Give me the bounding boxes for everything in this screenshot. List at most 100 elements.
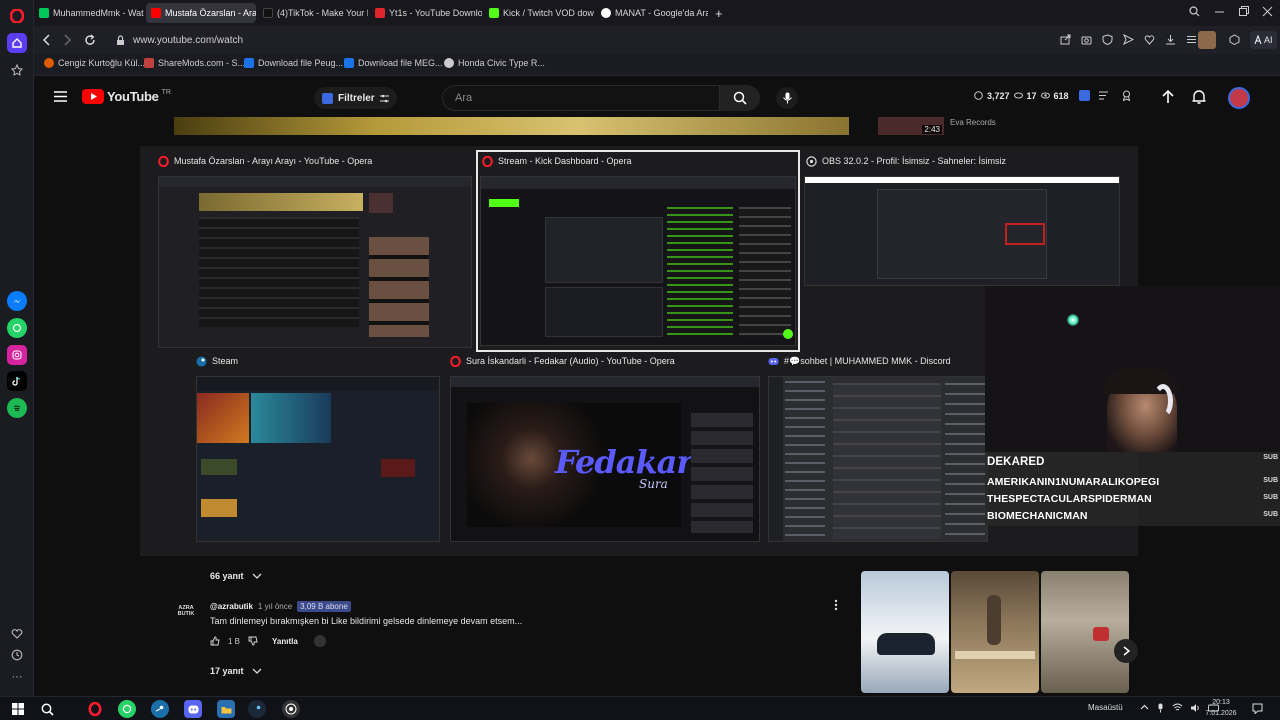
switcher-window-0[interactable]: Mustafa Özarslan - Arayı Arayı - YouTube… bbox=[158, 152, 474, 350]
viewers-count: 3,727 bbox=[987, 90, 1010, 101]
switcher-window-4[interactable]: Sura İskandarli - Fedakar (Audio) - YouT… bbox=[450, 352, 762, 542]
switcher-window-1[interactable]: Stream - Kick Dashboard - Opera bbox=[476, 150, 800, 352]
heart-icon[interactable] bbox=[7, 624, 27, 644]
tab-1[interactable]: Mustafa Özarslan - Arayı bbox=[146, 3, 256, 23]
replies-toggle-2[interactable]: 17 yanıt bbox=[210, 666, 262, 676]
search-tabs-icon[interactable] bbox=[1189, 6, 1200, 17]
comment-author[interactable]: @azrabutik bbox=[210, 602, 253, 611]
shield-icon[interactable] bbox=[1102, 34, 1113, 45]
menu-icon[interactable] bbox=[1186, 34, 1197, 45]
tab-2[interactable]: (4)TikTok - Make Your Day bbox=[258, 3, 368, 23]
filters-button[interactable]: Filtreler bbox=[314, 87, 397, 109]
profile-avatar[interactable] bbox=[1198, 31, 1216, 49]
new-tab-button[interactable]: + bbox=[710, 3, 730, 23]
tab-5[interactable]: MANAT - Google'da Ara bbox=[596, 3, 708, 23]
search-button[interactable] bbox=[720, 85, 760, 111]
notifications-icon[interactable] bbox=[1252, 703, 1263, 714]
bookmark-3[interactable]: Download file MEG... bbox=[344, 58, 443, 68]
whatsapp-icon[interactable] bbox=[7, 318, 27, 338]
home-icon[interactable] bbox=[7, 33, 27, 53]
spotify-icon[interactable] bbox=[7, 398, 27, 418]
upload-icon[interactable] bbox=[1161, 89, 1175, 105]
chevron-up-icon[interactable] bbox=[1140, 703, 1149, 712]
extensions-icon[interactable] bbox=[1229, 34, 1240, 45]
opera-taskbar-icon[interactable] bbox=[86, 700, 104, 718]
obs-taskbar-icon[interactable] bbox=[282, 700, 300, 718]
forward-icon[interactable] bbox=[62, 34, 72, 46]
whatsapp-taskbar-icon[interactable] bbox=[118, 700, 136, 718]
more-icon[interactable]: ··· bbox=[7, 667, 27, 687]
replies-toggle-1[interactable]: 66 yanıt bbox=[210, 571, 262, 581]
share-icon[interactable] bbox=[1060, 34, 1071, 45]
reply-button[interactable]: Yanıtla bbox=[272, 637, 298, 646]
discord-icon bbox=[768, 357, 779, 365]
minimize-icon[interactable] bbox=[1214, 6, 1225, 17]
award-icon[interactable] bbox=[1121, 90, 1132, 101]
short-thumbnail-1[interactable] bbox=[951, 571, 1039, 693]
extension-badge-icon[interactable] bbox=[1078, 90, 1090, 101]
opera-logo-icon[interactable] bbox=[7, 6, 27, 26]
steam-taskbar-icon[interactable] bbox=[151, 700, 169, 718]
bookmark-1[interactable]: ShareMods.com - S... bbox=[144, 58, 245, 68]
lock-icon bbox=[117, 34, 124, 45]
window-title-bar: OBS 32.0.2 - Profil: İsimsiz - Sahneler:… bbox=[806, 152, 1006, 170]
side-video-thumbnail[interactable]: 2:43 bbox=[878, 117, 944, 135]
address-bar: www.youtube.com/watch AI bbox=[34, 26, 1280, 54]
bookmark-2[interactable]: Download file Peug... bbox=[244, 58, 343, 68]
tiktok-icon[interactable] bbox=[7, 371, 27, 391]
opera-icon bbox=[158, 155, 169, 167]
window-thumbnail bbox=[480, 176, 796, 346]
file-explorer-icon[interactable] bbox=[217, 700, 235, 718]
volume-icon[interactable] bbox=[1190, 703, 1201, 713]
bookmark-0[interactable]: Cengiz Kurtoğlu Kül... bbox=[44, 58, 145, 68]
close-icon[interactable] bbox=[1262, 6, 1273, 17]
discord-taskbar-icon[interactable] bbox=[184, 700, 202, 718]
heart-outline-icon[interactable] bbox=[1144, 34, 1155, 45]
shorts-next-button[interactable] bbox=[1114, 639, 1138, 663]
messenger-icon[interactable] bbox=[7, 291, 27, 311]
voice-search-button[interactable] bbox=[776, 87, 798, 109]
tiktok-favicon-icon bbox=[263, 8, 273, 18]
stream-stats: 3,727 17 618 bbox=[974, 90, 1132, 101]
search-icon[interactable] bbox=[38, 700, 56, 718]
back-icon[interactable] bbox=[42, 34, 52, 46]
camera-icon[interactable] bbox=[1081, 34, 1092, 45]
history-icon[interactable] bbox=[7, 645, 27, 665]
account-avatar[interactable] bbox=[1228, 87, 1250, 109]
reload-icon[interactable] bbox=[84, 34, 96, 46]
youtube-logo[interactable]: YouTube TR bbox=[82, 89, 171, 104]
desktop-label[interactable]: Masaüstü bbox=[1088, 703, 1123, 712]
replies-count: 66 yanıt bbox=[210, 571, 244, 581]
send-icon[interactable] bbox=[1123, 34, 1134, 45]
commenter-avatar[interactable]: AZRA BUTIK bbox=[174, 600, 198, 624]
search-icon bbox=[733, 91, 747, 105]
dislike-icon[interactable] bbox=[248, 636, 258, 646]
queue-icon[interactable] bbox=[1098, 90, 1109, 101]
tab-4[interactable]: Kick / Twitch VOD downlo bbox=[484, 3, 594, 23]
views-count: 618 bbox=[1053, 90, 1069, 101]
hamburger-menu-icon[interactable] bbox=[54, 91, 67, 102]
notifications-bell-icon[interactable] bbox=[1192, 89, 1206, 105]
bookmark-4[interactable]: Honda Civic Type R... bbox=[444, 58, 545, 68]
tab-0[interactable]: MuhammedMmk - Watch bbox=[34, 3, 144, 23]
switcher-window-3[interactable]: Steam bbox=[196, 352, 444, 542]
comment-more-icon[interactable] bbox=[834, 599, 838, 611]
instagram-icon[interactable] bbox=[7, 345, 27, 365]
short-thumbnail-0[interactable] bbox=[861, 571, 949, 693]
clock-icon bbox=[974, 91, 983, 100]
restore-icon[interactable] bbox=[1238, 6, 1249, 17]
short-thumbnail-2[interactable] bbox=[1041, 571, 1129, 693]
windows-start-icon[interactable] bbox=[9, 700, 27, 718]
search-input[interactable]: Ara bbox=[442, 85, 720, 111]
network-icon[interactable] bbox=[1172, 703, 1183, 713]
steam-taskbar-icon-2[interactable] bbox=[248, 700, 266, 718]
download-icon[interactable] bbox=[1165, 34, 1176, 45]
clock-time: 20:13 bbox=[1212, 699, 1230, 706]
tab-3[interactable]: Yt1s - YouTube Download bbox=[370, 3, 482, 23]
star-icon[interactable] bbox=[7, 60, 27, 80]
like-icon[interactable] bbox=[210, 636, 220, 646]
clock[interactable]: 20:13 7.01.2026 bbox=[1204, 697, 1238, 719]
microphone-icon[interactable] bbox=[1156, 703, 1165, 713]
youtube-header: YouTube TR Filtreler Ara 3,727 17 618 bbox=[34, 77, 1280, 119]
aria-ai-button[interactable]: AI bbox=[1250, 31, 1277, 49]
